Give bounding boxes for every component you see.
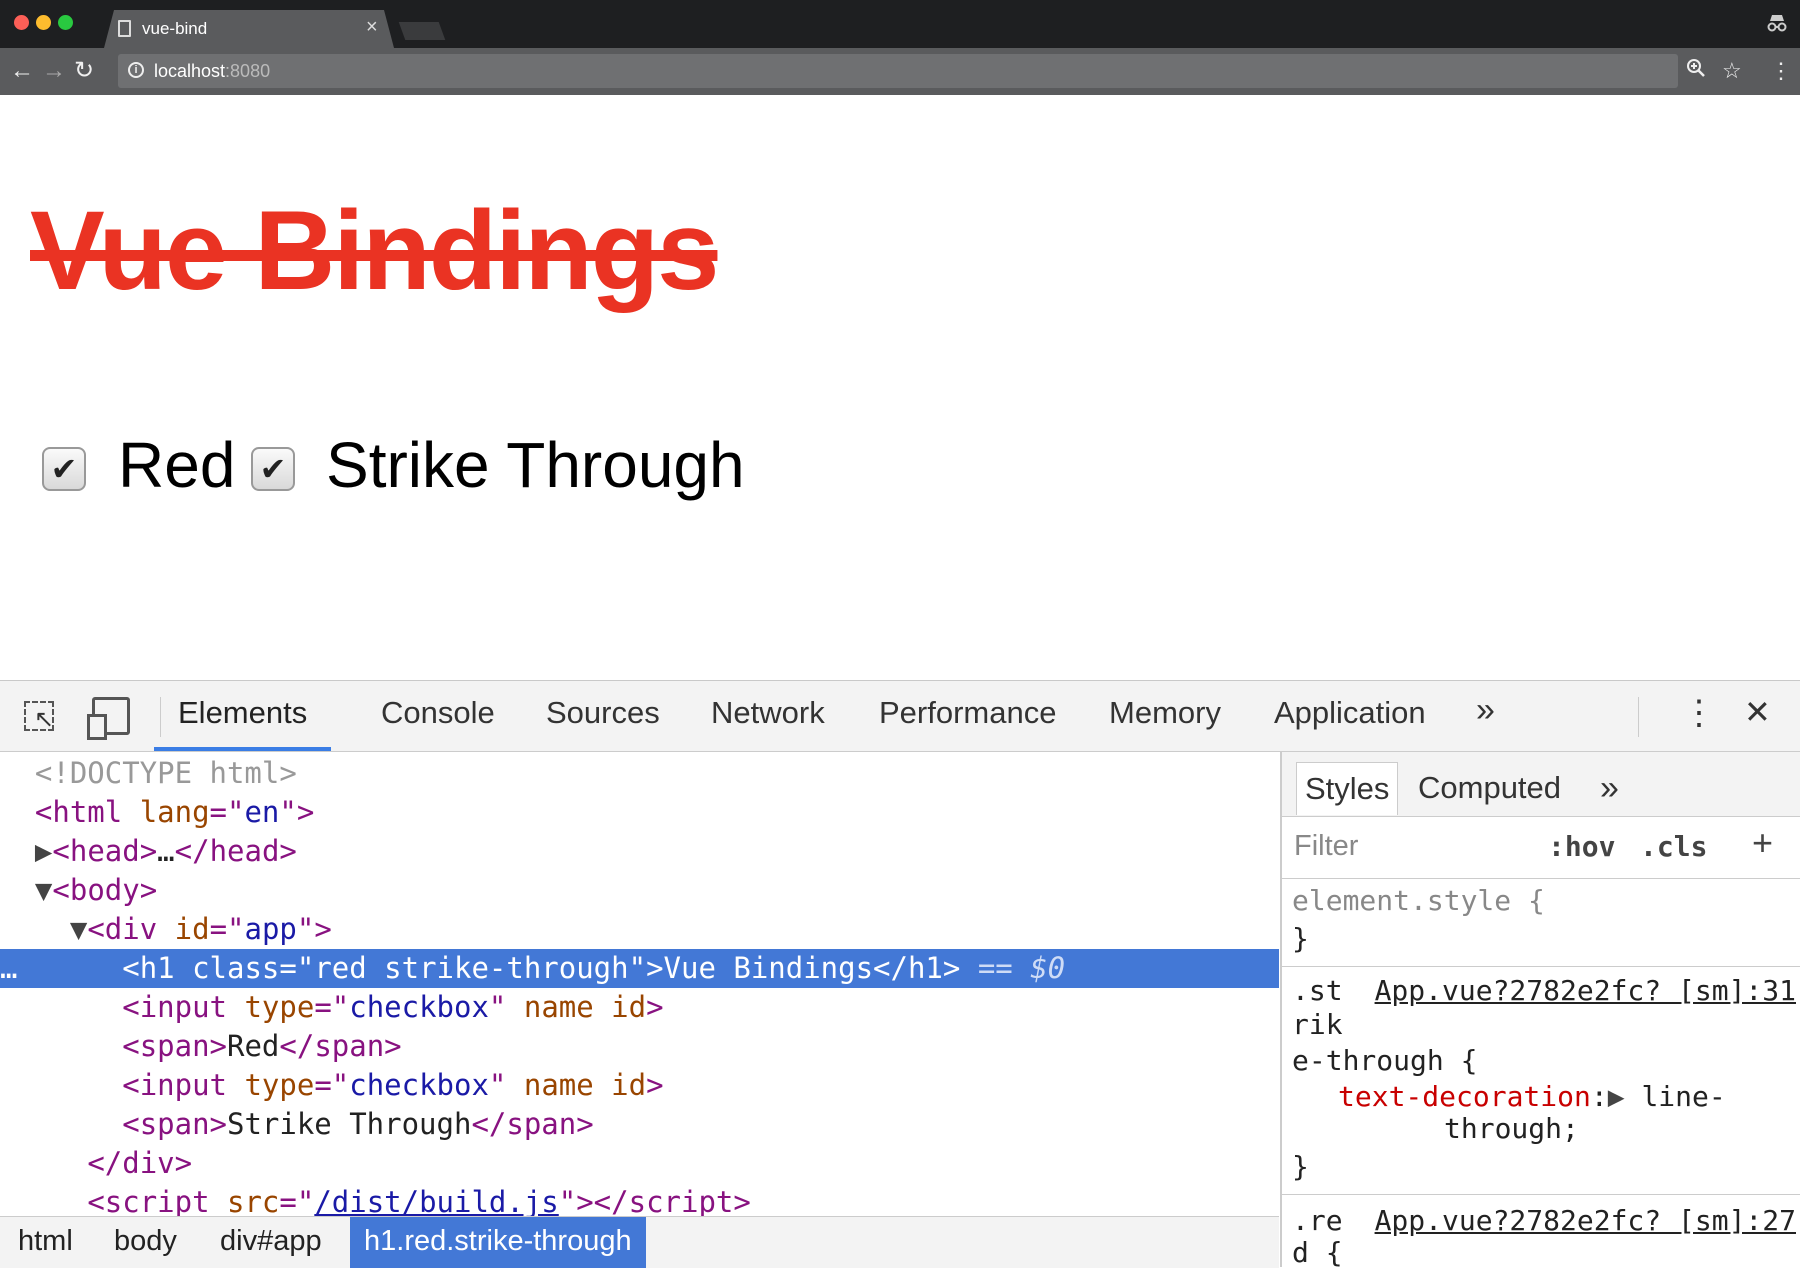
filter-input[interactable]: Filter bbox=[1294, 830, 1358, 863]
breadcrumb: html body div#app h1.red.strike-through bbox=[0, 1216, 1279, 1268]
page-viewport: Vue Bindings ✔ Red ✔ Strike Through bbox=[0, 95, 1800, 680]
tab-styles[interactable]: Styles bbox=[1296, 762, 1399, 815]
devtools-menu-icon[interactable]: ⋮ bbox=[1682, 693, 1716, 749]
rule-selector[interactable]: e-through { bbox=[1292, 1044, 1477, 1078]
tree-line-head[interactable]: ▶<head>…</head> bbox=[0, 832, 1279, 871]
tab-console[interactable]: Console bbox=[381, 695, 495, 751]
rule-source-link[interactable]: App.vue?2782e2fc? [sm]:27 bbox=[1375, 1204, 1796, 1237]
styles-pane: Styles Computed » Filter :hov .cls + ele… bbox=[1280, 752, 1800, 1267]
expand-triangle-icon[interactable]: ▶ bbox=[35, 834, 52, 868]
page-icon bbox=[118, 20, 131, 37]
devtools-tab-bar: Elements Console Sources Network Perform… bbox=[0, 681, 1800, 752]
incognito-icon[interactable] bbox=[1766, 14, 1788, 37]
styles-filter-bar: Filter :hov .cls + bbox=[1282, 816, 1800, 879]
info-icon[interactable]: i bbox=[128, 62, 144, 78]
red-checkbox-label: Red bbox=[118, 429, 236, 501]
tab-network[interactable]: Network bbox=[711, 695, 825, 751]
rule-divider bbox=[1282, 966, 1800, 967]
tab-performance[interactable]: Performance bbox=[879, 695, 1056, 751]
devtools-panel: Elements Console Sources Network Perform… bbox=[0, 680, 1800, 1268]
tree-line-body[interactable]: ▼<body> bbox=[0, 871, 1279, 910]
tab-elements[interactable]: Elements bbox=[154, 695, 332, 751]
strike-through-checkbox[interactable]: ✔ bbox=[251, 447, 295, 491]
url-text: localhost:8080 bbox=[154, 61, 271, 81]
tree-line-input-2[interactable]: <input type="checkbox" name id> bbox=[0, 1066, 1279, 1105]
tree-line-input-1[interactable]: <input type="checkbox" name id> bbox=[0, 988, 1279, 1027]
styles-tab-bar: Styles Computed » bbox=[1282, 752, 1800, 817]
hov-toggle[interactable]: :hov bbox=[1548, 830, 1615, 863]
reload-icon[interactable]: ↻ bbox=[74, 56, 94, 86]
tree-line-h1-selected[interactable]: … <h1 class="red strike-through">Vue Bin… bbox=[0, 949, 1279, 988]
more-tabs-icon[interactable]: » bbox=[1476, 691, 1495, 747]
script-src-link[interactable]: /dist/build.js bbox=[314, 1185, 558, 1216]
breadcrumb-h1[interactable]: h1.red.strike-through bbox=[350, 1217, 646, 1268]
breadcrumb-body[interactable]: body bbox=[100, 1217, 191, 1268]
zoom-icon[interactable] bbox=[1686, 56, 1706, 86]
rule-selector[interactable]: rik bbox=[1292, 1008, 1343, 1042]
collapse-triangle-icon[interactable]: ▼ bbox=[70, 912, 87, 946]
browser-tab[interactable]: vue-bind × bbox=[104, 10, 394, 48]
page-heading: Vue Bindings bbox=[30, 188, 719, 313]
tab-close-button[interactable]: × bbox=[366, 16, 378, 39]
tab-computed[interactable]: Computed bbox=[1410, 762, 1569, 814]
tab-memory[interactable]: Memory bbox=[1109, 695, 1221, 751]
tree-line-div[interactable]: ▼<div id="app"> bbox=[0, 910, 1279, 949]
expand-triangle-icon[interactable]: ▶ bbox=[1608, 1080, 1642, 1113]
menu-dots-icon[interactable]: ⋮ bbox=[1770, 56, 1792, 86]
elements-tree: <!DOCTYPE html> <html lang="en"> ▶<head>… bbox=[0, 752, 1279, 1216]
element-style-rule[interactable]: element.style { bbox=[1292, 884, 1545, 918]
strike-through-checkbox-label: Strike Through bbox=[326, 429, 745, 501]
rule-selector[interactable]: d { bbox=[1292, 1236, 1343, 1267]
rule-selector[interactable]: .st bbox=[1292, 974, 1343, 1008]
css-declaration[interactable]: text-decoration:▶ line- bbox=[1338, 1080, 1726, 1114]
device-toolbar-icon[interactable] bbox=[87, 697, 130, 740]
new-rule-icon[interactable]: + bbox=[1752, 822, 1773, 864]
star-icon[interactable]: ☆ bbox=[1722, 56, 1742, 86]
cls-toggle[interactable]: .cls bbox=[1640, 830, 1707, 863]
tree-line-script[interactable]: <script src="/dist/build.js"></script> bbox=[0, 1183, 1279, 1216]
close-window-button[interactable] bbox=[14, 15, 29, 30]
rule-selector[interactable]: .re bbox=[1292, 1204, 1343, 1238]
more-tabs-icon[interactable]: » bbox=[1592, 762, 1627, 814]
tab-strip: vue-bind × bbox=[0, 0, 1800, 48]
tree-line-html[interactable]: <html lang="en"> bbox=[0, 793, 1279, 832]
collapse-triangle-icon[interactable]: ▼ bbox=[35, 873, 52, 907]
back-arrow-icon[interactable]: ← bbox=[10, 56, 34, 86]
breadcrumb-html[interactable]: html bbox=[4, 1217, 87, 1268]
rule-source-link[interactable]: App.vue?2782e2fc? [sm]:31 bbox=[1375, 974, 1796, 1007]
browser-toolbar: ← → ↻ i localhost:8080 ☆ ⋮ bbox=[0, 48, 1800, 95]
tree-line-doctype[interactable]: <!DOCTYPE html> bbox=[0, 754, 1279, 793]
minimize-window-button[interactable] bbox=[36, 15, 51, 30]
toolbar-divider bbox=[1638, 697, 1639, 737]
maximize-window-button[interactable] bbox=[58, 15, 73, 30]
tab-sources[interactable]: Sources bbox=[546, 695, 660, 751]
tree-line-span-1[interactable]: <span>Red</span> bbox=[0, 1027, 1279, 1066]
tab-application[interactable]: Application bbox=[1274, 695, 1426, 751]
row-options-icon[interactable]: … bbox=[0, 951, 17, 985]
forward-arrow-icon[interactable]: → bbox=[42, 56, 66, 86]
new-tab-button[interactable] bbox=[398, 22, 446, 40]
closing-brace: } bbox=[1292, 1150, 1309, 1183]
breadcrumb-div-app[interactable]: div#app bbox=[206, 1217, 336, 1268]
red-checkbox[interactable]: ✔ bbox=[42, 447, 86, 491]
tab-title: vue-bind bbox=[142, 19, 208, 38]
tree-line-div-close[interactable]: </div> bbox=[0, 1144, 1279, 1183]
inspect-element-icon[interactable] bbox=[24, 701, 54, 734]
rule-divider bbox=[1282, 1194, 1800, 1195]
address-bar[interactable]: i localhost:8080 bbox=[118, 54, 1678, 88]
closing-brace: } bbox=[1292, 922, 1309, 955]
tree-line-span-2[interactable]: <span>Strike Through</span> bbox=[0, 1105, 1279, 1144]
close-devtools-icon[interactable]: ✕ bbox=[1744, 693, 1771, 749]
css-value-continued[interactable]: through; bbox=[1444, 1112, 1579, 1146]
